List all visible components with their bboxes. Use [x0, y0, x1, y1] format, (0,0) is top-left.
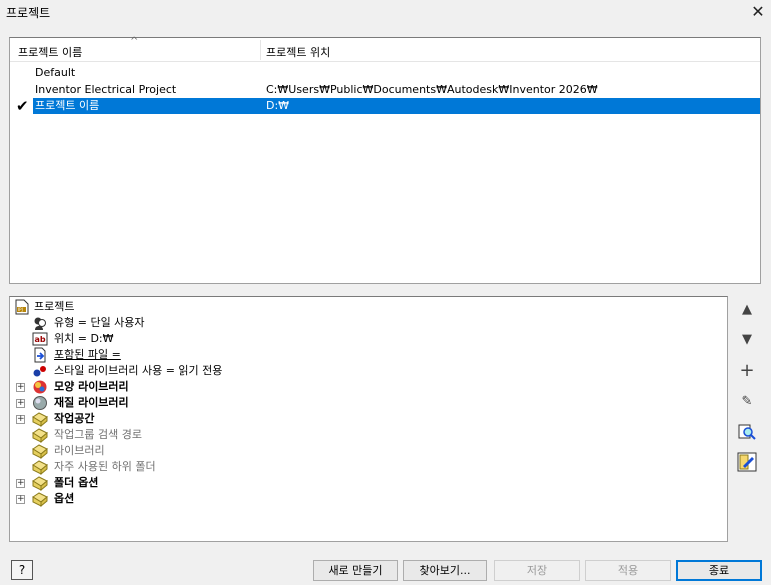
folder-icon: [32, 492, 48, 507]
project-settings-tree[interactable]: IPJ 프로젝트 유형 = 단일 사용자 ab 위치 = D:₩ 포함된 파일 …: [9, 296, 728, 542]
style-library-icon: [33, 366, 46, 377]
edit-pencil-icon[interactable]: ✎: [736, 390, 758, 412]
folder-icon: [32, 412, 48, 427]
users-icon: [34, 317, 46, 330]
move-up-icon[interactable]: ▲: [736, 298, 758, 320]
svg-text:IPJ: IPJ: [18, 307, 23, 312]
project-row-default[interactable]: Default: [10, 65, 760, 81]
column-header-location[interactable]: 프로젝트 위치: [266, 44, 330, 60]
close-icon[interactable]: ✕: [747, 0, 769, 22]
save-button[interactable]: 저장: [494, 560, 580, 581]
tree-item-label: 위치 = D:₩: [54, 332, 114, 345]
expand-icon[interactable]: +: [16, 415, 25, 424]
tree-item-label: 폴더 옵션: [54, 476, 99, 489]
tree-item-label: 스타일 라이브러리 사용 = 읽기 전용: [54, 364, 223, 377]
expand-icon[interactable]: +: [16, 479, 25, 488]
move-down-icon[interactable]: ▼: [736, 328, 758, 350]
project-location: C:₩Users₩Public₩Documents₩Autodesk₩Inven…: [266, 83, 598, 96]
appearance-library-icon: [33, 380, 47, 394]
sort-ascending-icon: ^: [130, 36, 139, 47]
tree-item-label: 포함된 파일 =: [54, 348, 121, 361]
list-header: 프로젝트 이름 ^ 프로젝트 위치: [10, 36, 760, 62]
folder-icon: [32, 460, 48, 475]
active-check-icon: ✔: [16, 97, 29, 115]
find-files-icon[interactable]: [736, 421, 758, 443]
project-name: Inventor Electrical Project: [35, 83, 177, 96]
browse-button[interactable]: 찾아보기...: [403, 560, 487, 581]
expand-icon[interactable]: +: [16, 399, 25, 408]
project-name: Default: [35, 66, 76, 79]
folder-icon: [32, 444, 48, 459]
folder-icon: [32, 428, 48, 443]
tree-root-label: 프로젝트: [34, 300, 75, 313]
tree-item-label: 재질 라이브러리: [54, 396, 129, 409]
column-header-name[interactable]: 프로젝트 이름: [18, 44, 82, 60]
ipj-file-icon: IPJ: [15, 299, 29, 315]
project-row-electrical[interactable]: Inventor Electrical Project C:₩Users₩Pub…: [10, 82, 760, 98]
tree-item-label: 옵션: [54, 492, 75, 505]
tree-item-label: 모양 라이브러리: [54, 380, 129, 393]
expand-icon[interactable]: +: [16, 383, 25, 392]
project-edit-icon: [737, 452, 757, 472]
column-divider[interactable]: [260, 40, 261, 60]
tree-item-label: 유형 = 단일 사용자: [54, 316, 145, 329]
text-field-icon: ab: [32, 332, 48, 346]
tree-item-label: 라이브러리: [54, 444, 105, 457]
help-button[interactable]: ?: [11, 560, 33, 580]
edit-project-icon[interactable]: [736, 451, 758, 473]
tree-item-label: 작업공간: [54, 412, 95, 425]
new-button[interactable]: 새로 만들기: [313, 560, 398, 581]
close-button[interactable]: 종료: [676, 560, 762, 581]
selection-highlight: [33, 98, 760, 114]
svg-text:ab: ab: [35, 335, 46, 344]
include-file-icon: [34, 347, 46, 363]
project-list[interactable]: 프로젝트 이름 ^ 프로젝트 위치 Default Inventor Elect…: [9, 36, 761, 284]
magnifier-icon: [738, 424, 756, 440]
window-title: 프로젝트: [6, 6, 51, 20]
tree-item-label: 작업그룹 검색 경로: [54, 428, 142, 441]
project-name: 프로젝트 이름: [35, 99, 100, 112]
project-location: D:₩: [266, 99, 290, 112]
project-row-selected[interactable]: ✔ 프로젝트 이름 D:₩: [10, 98, 760, 114]
folder-icon: [32, 476, 48, 491]
expand-icon[interactable]: +: [16, 495, 25, 504]
tree-item-label: 자주 사용된 하위 폴더: [54, 460, 156, 473]
apply-button[interactable]: 적용: [585, 560, 671, 581]
material-library-icon: [33, 396, 47, 410]
title-bar: 프로젝트 ✕: [0, 0, 771, 30]
add-path-icon[interactable]: +: [736, 359, 758, 381]
